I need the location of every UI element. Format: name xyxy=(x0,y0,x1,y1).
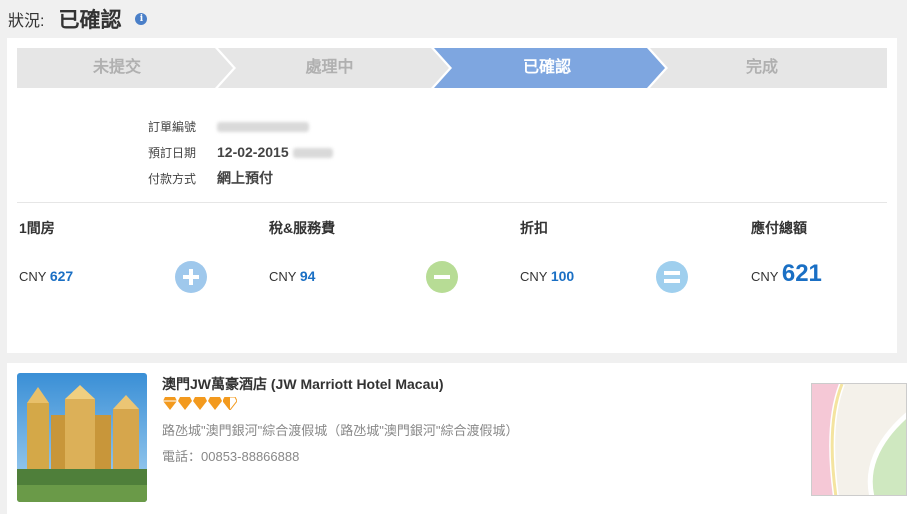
price-total-value: 621 xyxy=(781,260,822,287)
price-tax-currency: CNY xyxy=(269,269,297,284)
map-thumbnail[interactable] xyxy=(811,383,907,496)
price-total-amount: CNY 621 xyxy=(751,260,822,288)
payment-method-label: 付款方式 xyxy=(148,171,197,186)
diamond-icon xyxy=(193,397,207,410)
diamond-icon xyxy=(163,397,177,410)
diamond-icon xyxy=(208,397,222,410)
plus-icon xyxy=(175,261,207,293)
price-room-amount: CNY 627 xyxy=(19,268,73,284)
booking-date-label: 預訂日期 xyxy=(148,145,197,160)
price-total-currency: CNY xyxy=(751,269,779,284)
price-room-title: 1間房 xyxy=(19,220,55,236)
step-processing: 處理中 xyxy=(305,59,354,76)
hotel-card: 澳門JW萬豪酒店 (JW Marriott Hotel Macau) 路氹城"澳… xyxy=(7,363,907,514)
payment-method-value: 網上預付 xyxy=(217,170,273,186)
divider xyxy=(17,202,887,203)
price-tax-amount: CNY 94 xyxy=(269,268,315,284)
minus-icon xyxy=(426,261,458,293)
hotel-address: 路氹城"澳門銀河"綜合渡假城（路氹城"澳門銀河"綜合渡假城） xyxy=(162,423,519,438)
price-discount-value: 100 xyxy=(550,268,575,284)
hotel-phone: 電話：00853-88866888 xyxy=(162,449,300,464)
price-discount-amount: CNY 100 xyxy=(520,268,574,284)
equals-icon xyxy=(656,261,688,293)
price-room-value: 627 xyxy=(49,268,74,284)
step-submitted: 未提交 xyxy=(92,59,141,76)
price-tax-title: 稅&服務費 xyxy=(269,220,336,236)
price-total: 應付總額 CNY 621 xyxy=(751,218,822,287)
half-diamond-icon xyxy=(223,397,237,410)
price-room: 1間房 CNY 627 xyxy=(19,218,73,284)
booking-panel: 未提交 處理中 已確認 完成 訂單編號 預訂日期 12-02-2015 付款方式… xyxy=(7,38,897,353)
status-value: 已確認 xyxy=(58,9,122,32)
price-discount: 折扣 CNY 100 xyxy=(520,218,574,284)
hotel-name[interactable]: 澳門JW萬豪酒店 (JW Marriott Hotel Macau) xyxy=(162,374,444,394)
price-total-title: 應付總額 xyxy=(751,220,807,236)
step-complete: 完成 xyxy=(745,59,778,76)
hotel-photo[interactable] xyxy=(17,373,147,502)
hotel-rating xyxy=(163,397,237,410)
price-discount-currency: CNY xyxy=(520,269,548,284)
price-room-currency: CNY xyxy=(19,269,47,284)
progress-stepper: 未提交 處理中 已確認 完成 xyxy=(17,48,887,88)
status-line: 狀況: 已確認 i xyxy=(8,6,148,32)
order-number-label: 訂單編號 xyxy=(148,119,197,134)
price-tax: 稅&服務費 CNY 94 xyxy=(269,218,336,284)
booking-date-value: 12-02-2015 xyxy=(217,144,333,160)
info-icon[interactable]: i xyxy=(135,13,148,25)
diamond-icon xyxy=(178,397,192,410)
order-number-value xyxy=(217,118,309,134)
booking-date-text: 12-02-2015 xyxy=(217,144,289,160)
price-discount-title: 折扣 xyxy=(520,220,548,236)
step-confirmed: 已確認 xyxy=(522,59,571,76)
price-tax-value: 94 xyxy=(299,268,316,284)
status-label: 狀況: xyxy=(8,13,45,30)
